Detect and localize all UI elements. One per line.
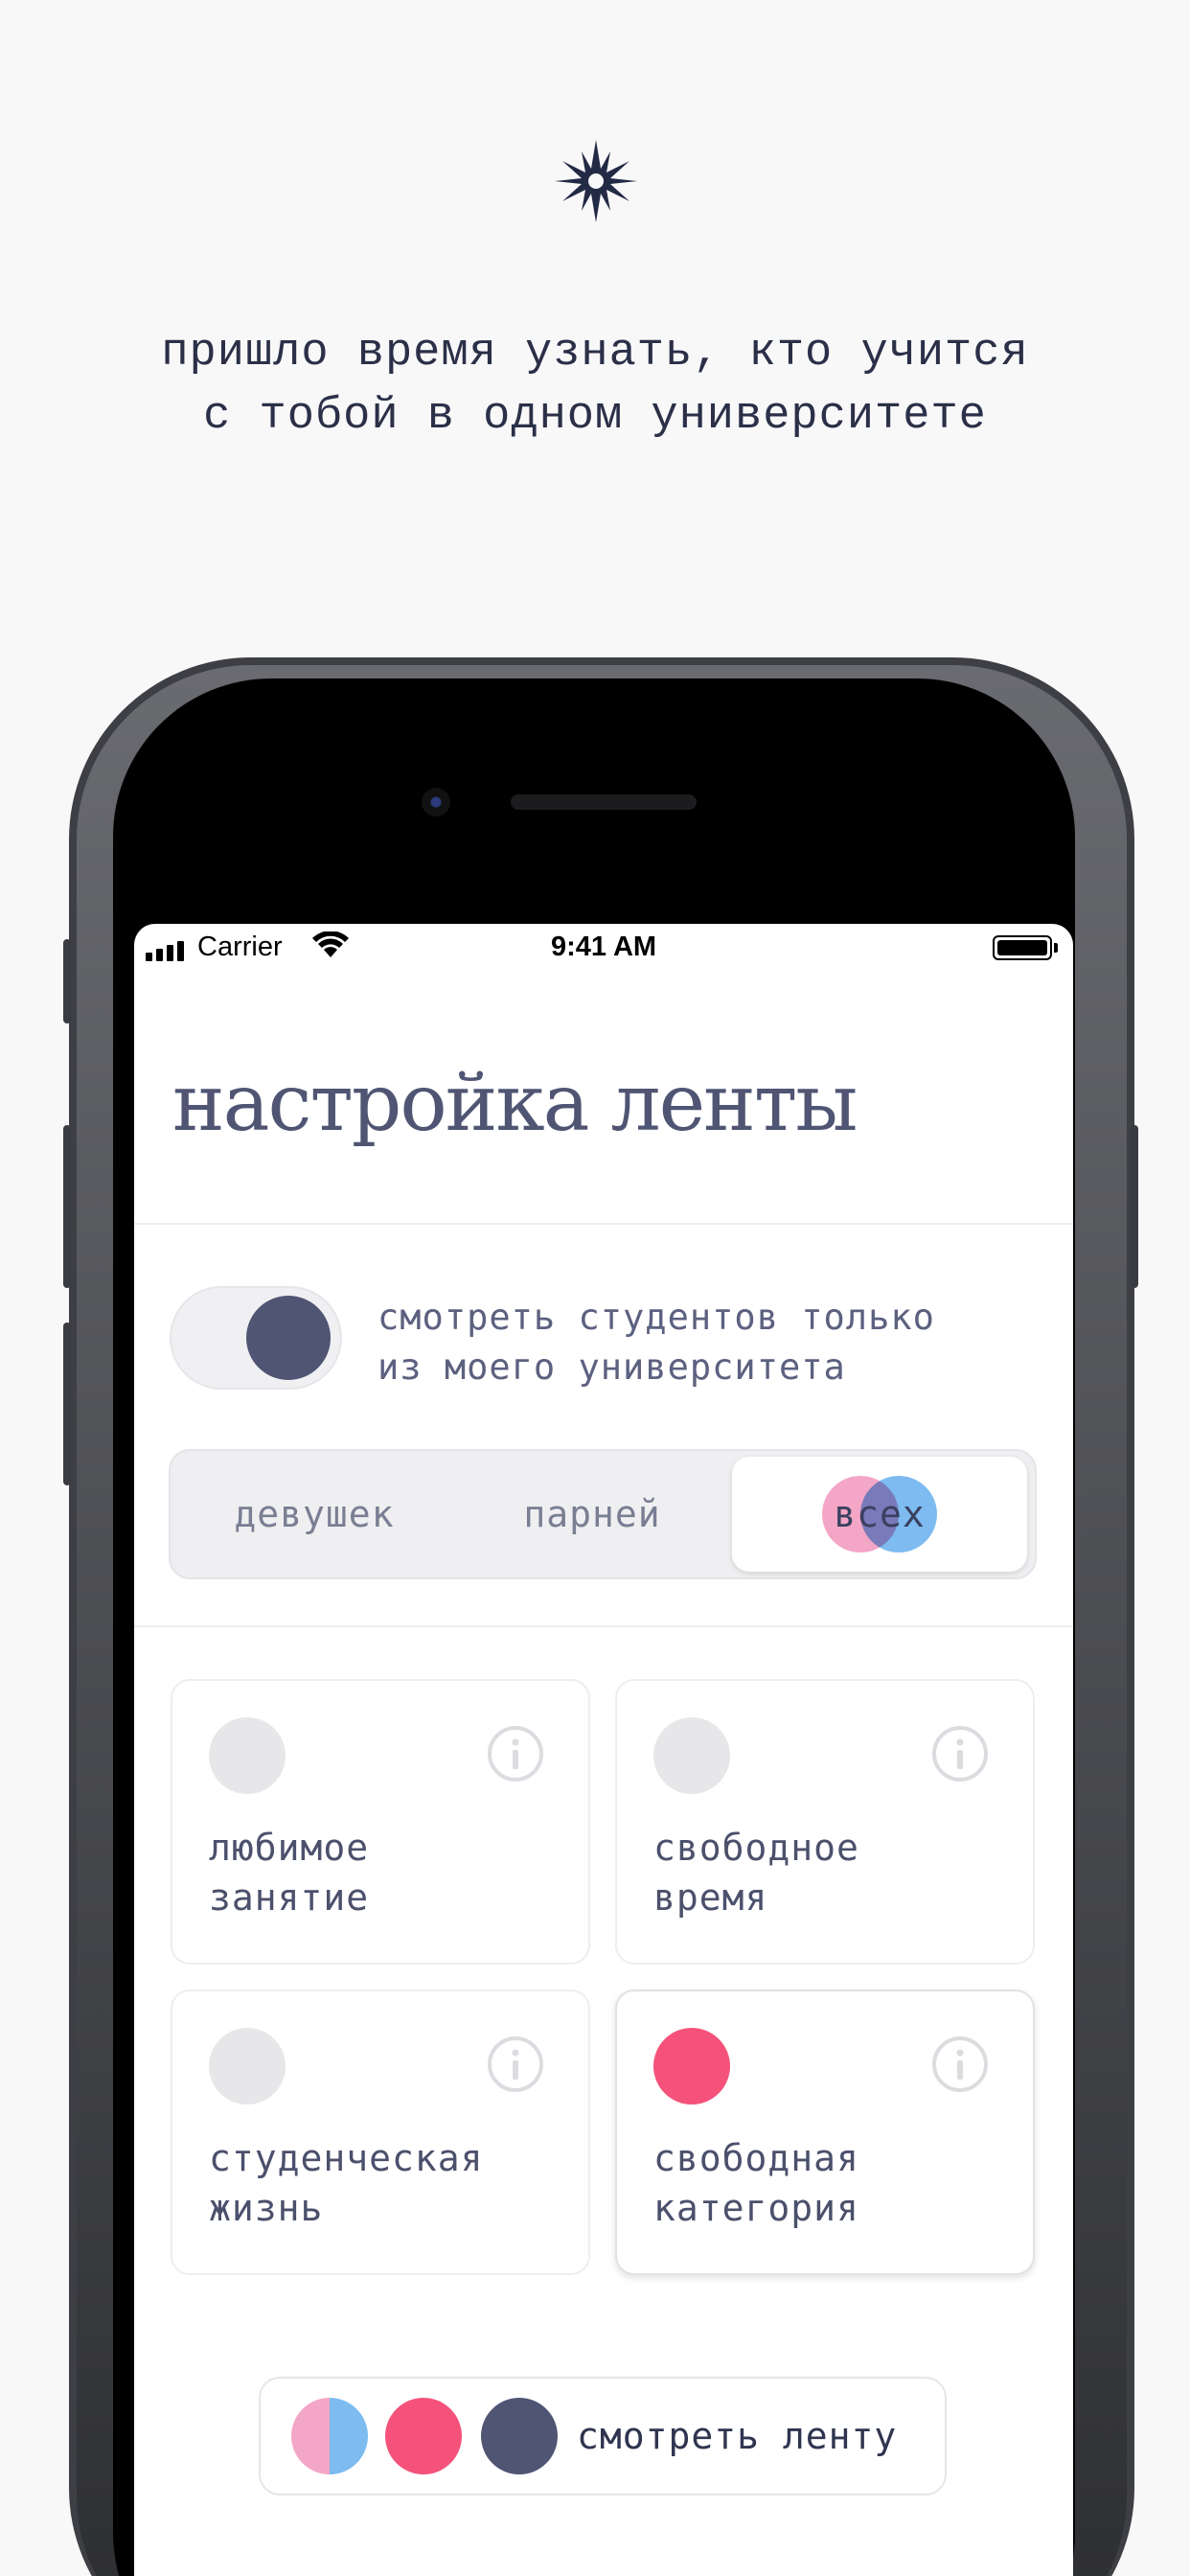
category-label-line-2: категория: [653, 2187, 859, 2229]
mute-switch: [63, 939, 71, 1024]
info-icon[interactable]: [487, 2036, 544, 2093]
category-indicator-dot: [209, 1717, 286, 1794]
category-label-line-2: жизнь: [209, 2187, 324, 2229]
volume-down-button: [63, 1322, 71, 1485]
category-label-line-1: свободная: [653, 2137, 859, 2179]
volume-up-button: [63, 1125, 71, 1288]
category-label-line-1: студенческая: [209, 2137, 484, 2179]
info-icon[interactable]: [931, 1725, 989, 1782]
tagline-line-1: пришло время узнать, кто учится: [161, 328, 1029, 379]
segment-option-all-label: всех: [834, 1493, 926, 1535]
battery-tip: [1054, 943, 1058, 953]
category-card-free-time[interactable]: свободное время: [615, 1679, 1035, 1965]
category-card-hobby[interactable]: любимое занятие: [171, 1679, 590, 1965]
status-bar: Carrier 9:41 AM: [134, 924, 1073, 972]
own-university-toggle-label: смотреть студентов только из моего униве…: [378, 1293, 935, 1392]
category-card-free-category[interactable]: свободная категория: [615, 1990, 1035, 2275]
front-camera: [422, 788, 450, 816]
tagline: пришло время узнать, кто учится с тобой …: [0, 322, 1190, 448]
category-label: свободная категория: [653, 2133, 859, 2233]
category-indicator-dot: [653, 2028, 730, 2104]
status-time: 9:41 AM: [550, 932, 657, 962]
segment-option-girls[interactable]: девушек: [171, 1451, 458, 1577]
pink-dot-icon: [385, 2398, 462, 2474]
toggle-label-line-2: из моего университета: [378, 1346, 846, 1388]
segment-divider: [134, 1625, 1073, 1627]
power-button: [1131, 1125, 1138, 1288]
category-label-line-2: занятие: [209, 1876, 370, 1919]
own-university-toggle[interactable]: [170, 1286, 342, 1390]
category-label-line-2: время: [653, 1876, 768, 1919]
segment-option-guys[interactable]: парней: [448, 1451, 736, 1577]
earpiece-speaker: [511, 794, 697, 810]
category-label-line-1: любимое: [209, 1827, 370, 1869]
view-feed-button[interactable]: смотреть ленту: [259, 2377, 947, 2496]
category-label: студенческая жизнь: [209, 2133, 484, 2233]
toggle-label-line-1: смотреть студентов только: [378, 1297, 935, 1338]
info-icon[interactable]: [931, 2036, 989, 2093]
info-icon[interactable]: [487, 1725, 544, 1782]
tagline-line-2: с тобой в одном университете: [203, 391, 987, 442]
header-divider: [134, 1223, 1073, 1225]
star-logo-icon: [555, 140, 637, 222]
category-label: любимое занятие: [209, 1823, 369, 1922]
view-feed-button-label: смотреть ленту: [577, 2415, 898, 2457]
segment-option-all[interactable]: всех: [732, 1457, 1027, 1572]
gender-segmented-control: девушек парней всех: [169, 1449, 1037, 1579]
navy-dot-icon: [481, 2398, 558, 2474]
toggle-knob: [246, 1296, 331, 1380]
page-title: настройка ленты: [172, 1058, 858, 1149]
category-label-line-1: свободное: [653, 1827, 859, 1869]
app-screen: Carrier 9:41 AM настройка ленты смотреть…: [134, 924, 1073, 2576]
category-indicator-dot: [653, 1717, 730, 1794]
category-indicator-dot: [209, 2028, 286, 2104]
pink-blue-split-dot-icon: [291, 2398, 368, 2474]
category-card-student-life[interactable]: студенческая жизнь: [171, 1990, 590, 2275]
category-label: свободное время: [653, 1823, 859, 1922]
battery-icon: [993, 935, 1052, 960]
